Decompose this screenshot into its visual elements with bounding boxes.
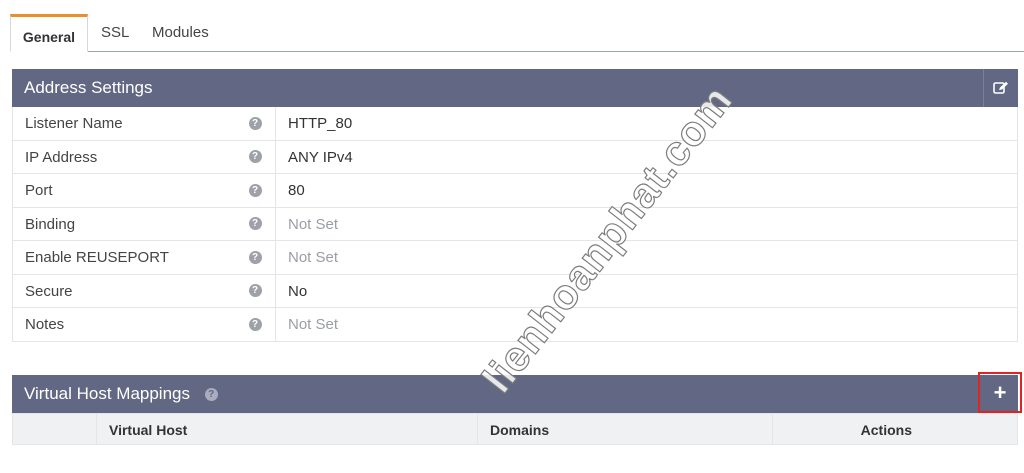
plus-icon: + — [993, 379, 1007, 405]
virtual-host-mappings-title: Virtual Host Mappings — [24, 384, 190, 403]
tab-modules[interactable]: Modules — [152, 14, 209, 51]
row-value: Not Set — [288, 249, 339, 266]
row-label: Port — [25, 182, 53, 199]
tab-ssl[interactable]: SSL — [101, 14, 129, 51]
row-value: No — [288, 282, 308, 300]
table-row: Port ? 80 — [12, 174, 1018, 208]
help-icon[interactable]: ? — [248, 116, 262, 130]
tab-general[interactable]: General — [10, 14, 88, 52]
row-label: IP Address — [25, 148, 98, 166]
row-label: Binding — [25, 215, 76, 233]
row-label: Notes — [25, 316, 65, 333]
table-row: Listener Name ? HTTP_80 — [12, 107, 1018, 141]
table-row: Enable REUSEPORT ? Not Set — [12, 241, 1018, 275]
edit-icon — [993, 81, 1008, 94]
column-header-actions: Actions — [860, 422, 912, 438]
table-row: Notes ? Not Set — [12, 308, 1018, 342]
row-value: HTTP_80 — [288, 115, 353, 132]
help-icon[interactable]: ? — [248, 217, 262, 231]
row-value: 80 — [288, 182, 305, 199]
table-row: IP Address ? ANY IPv4 — [12, 140, 1018, 174]
help-icon[interactable]: ? — [248, 250, 262, 264]
help-icon[interactable]: ? — [248, 183, 262, 197]
address-settings-header: Address Settings — [12, 69, 1018, 107]
row-label: Listener Name — [25, 115, 123, 132]
row-value: ANY IPv4 — [288, 148, 353, 166]
address-settings-title: Address Settings — [24, 78, 153, 97]
table-row: Binding ? Not Set — [12, 207, 1018, 241]
row-label: Enable REUSEPORT — [25, 249, 169, 266]
help-icon[interactable]: ? — [248, 150, 262, 164]
column-header-domains: Domains — [478, 414, 773, 444]
virtual-host-mappings-header: Virtual Host Mappings ? + — [12, 372, 1022, 413]
add-button[interactable]: + — [978, 372, 1022, 413]
address-settings-table: Listener Name ? HTTP_80 IP Address ? ANY… — [12, 107, 1018, 342]
table-row: Secure ? No — [12, 274, 1018, 308]
row-value: Not Set — [288, 316, 339, 333]
help-icon[interactable]: ? — [204, 388, 218, 402]
edit-button[interactable] — [983, 69, 1018, 107]
column-header-empty — [13, 414, 97, 444]
column-header-virtual-host: Virtual Host — [97, 414, 478, 444]
help-icon[interactable]: ? — [248, 317, 262, 331]
row-label: Secure — [25, 282, 73, 300]
tab-bar: General SSL Modules — [10, 14, 1024, 52]
row-value: Not Set — [288, 215, 339, 233]
virtual-host-table-header: Virtual Host Domains Actions — [12, 413, 1018, 445]
help-icon[interactable]: ? — [248, 284, 262, 298]
